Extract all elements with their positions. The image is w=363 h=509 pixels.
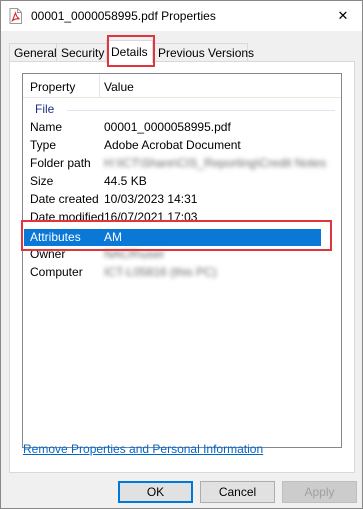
details-list[interactable]: Property Value File Name 00001_000005899…: [22, 73, 342, 448]
list-header: Property Value: [23, 74, 341, 98]
property-value-redacted: H:\ICT\Share\CIS_Reporting\Credit Notes: [104, 156, 327, 170]
property-name: Computer: [30, 265, 83, 279]
title-bar: 00001_0000058995.pdf Properties ✕: [1, 1, 362, 31]
group-divider: [67, 110, 335, 111]
property-value-redacted: ICT-L05816 (this PC): [104, 265, 217, 279]
remove-properties-link[interactable]: Remove Properties and Personal Informati…: [23, 442, 263, 456]
column-header-property[interactable]: Property: [30, 80, 75, 94]
property-value: 44.5 KB: [104, 174, 147, 188]
property-value: 00001_0000058995.pdf: [104, 120, 231, 134]
list-item[interactable]: Date created 10/03/2023 14:31: [23, 191, 341, 208]
group-label-file: File: [35, 102, 55, 116]
list-item[interactable]: Name 00001_0000058995.pdf: [23, 119, 341, 136]
column-divider[interactable]: [99, 74, 100, 98]
pdf-file-icon: [9, 8, 22, 24]
list-item[interactable]: Computer ICT-L05816 (this PC): [23, 264, 341, 281]
details-panel: Property Value File Name 00001_000005899…: [9, 61, 355, 473]
ok-button[interactable]: OK: [118, 481, 193, 503]
close-icon: ✕: [337, 8, 349, 23]
property-name: Type: [30, 138, 57, 152]
list-item[interactable]: Type Adobe Acrobat Document: [23, 137, 341, 154]
close-button[interactable]: ✕: [323, 1, 363, 31]
list-item[interactable]: Size 44.5 KB: [23, 173, 341, 190]
window-title: 00001_0000058995.pdf Properties: [31, 9, 216, 23]
apply-button[interactable]: Apply: [282, 481, 357, 503]
cancel-button[interactable]: Cancel: [200, 481, 275, 503]
property-value: Adobe Acrobat Document: [104, 138, 241, 152]
tab-security[interactable]: Security: [56, 43, 107, 62]
column-header-value[interactable]: Value: [104, 80, 134, 94]
properties-dialog: 00001_0000058995.pdf Properties ✕ Genera…: [0, 0, 363, 509]
property-name: Size: [30, 174, 54, 188]
attributes-row-highlight: [21, 220, 332, 251]
property-name: Folder path: [30, 156, 91, 170]
property-name: Name: [30, 120, 63, 134]
details-tab-highlight: [107, 35, 155, 67]
property-name: Date created: [30, 192, 99, 206]
tab-previous-versions[interactable]: Previous Versions: [153, 43, 254, 62]
tab-general[interactable]: General: [9, 43, 57, 62]
list-item[interactable]: Folder path H:\ICT\Share\CIS_Reporting\C…: [23, 155, 341, 172]
property-value: 10/03/2023 14:31: [104, 192, 198, 206]
